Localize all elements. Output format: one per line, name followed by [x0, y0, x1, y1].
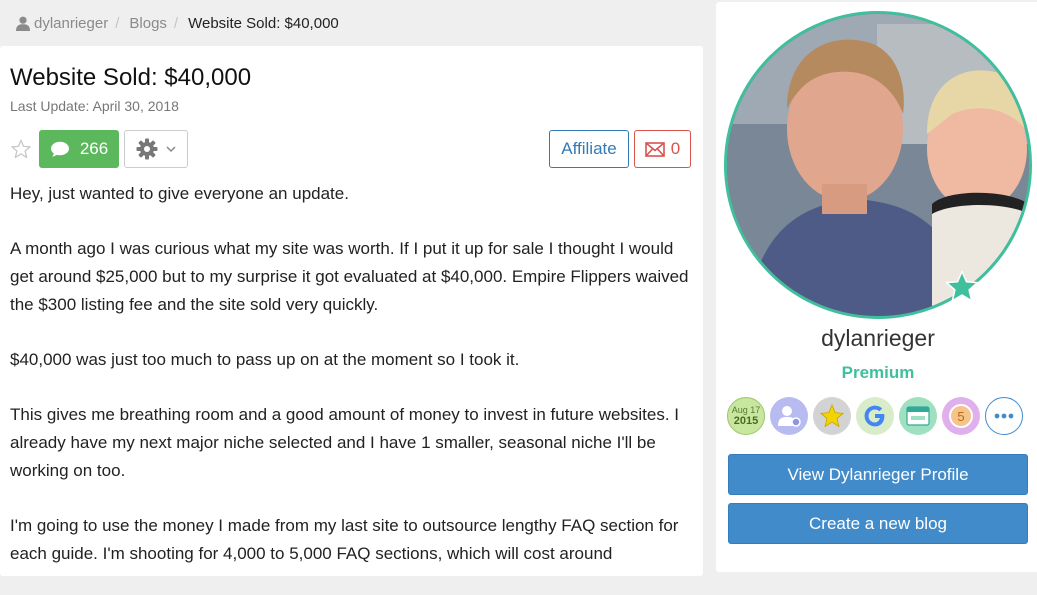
post-paragraph: I'm going to use the money I made from m…	[10, 516, 679, 563]
user-settings-badge[interactable]	[770, 397, 808, 435]
gear-icon	[136, 138, 158, 160]
star-icon[interactable]	[10, 138, 32, 160]
post-toolbar: 266 Affiliate 0	[10, 130, 692, 168]
breadcrumb-user-link[interactable]: dylanrieger	[34, 15, 108, 32]
settings-dropdown[interactable]	[124, 130, 188, 168]
breadcrumb: dylanrieger / Blogs / Website Sold: $40,…	[0, 0, 704, 46]
breadcrumb-blogs-link[interactable]: Blogs	[129, 15, 167, 32]
membership-tier: Premium	[841, 363, 915, 382]
comment-icon	[50, 141, 69, 157]
post-card: Website Sold: $40,000 Last Update: April…	[0, 46, 703, 576]
breadcrumb-separator: /	[173, 14, 179, 32]
affiliate-button[interactable]: Affiliate	[549, 130, 629, 168]
breadcrumb-current: Website Sold: $40,000	[188, 14, 339, 32]
chevron-down-icon	[166, 145, 176, 152]
website-badge[interactable]	[899, 397, 937, 435]
google-icon	[864, 405, 885, 427]
avatar[interactable]	[724, 11, 1032, 319]
avatar-photo	[727, 14, 1029, 316]
message-count: 0	[670, 139, 681, 158]
last-update: Last Update: April 30, 2018	[10, 98, 179, 114]
comments-button[interactable]: 266	[39, 130, 119, 168]
level-number: 5	[949, 404, 973, 428]
envelope-icon	[644, 141, 665, 157]
post-title: Website Sold: $40,000	[10, 64, 252, 91]
profile-username[interactable]: dylanrieger	[716, 325, 1037, 352]
private-message-button[interactable]: 0	[634, 130, 691, 168]
create-blog-button[interactable]: Create a new blog	[728, 503, 1028, 544]
user-gear-icon	[778, 406, 801, 427]
badge-row: Aug 17 2015 5	[727, 397, 1027, 437]
premium-star-icon	[945, 270, 979, 302]
star-icon	[819, 404, 845, 428]
profile-sidebar: dylanrieger Premium Aug 17 2015 5 View D…	[716, 2, 1037, 572]
post-paragraph: This gives me breathing room and a good …	[10, 405, 680, 480]
post-paragraph: A month ago I was curious what my site w…	[10, 239, 689, 314]
post-paragraph: Hey, just wanted to give everyone an upd…	[10, 184, 349, 203]
google-badge[interactable]	[856, 397, 894, 435]
post-paragraph: $40,000 was just too much to pass up on …	[10, 350, 520, 369]
user-icon	[16, 16, 30, 31]
more-badges-button[interactable]	[985, 397, 1023, 435]
join-date-badge[interactable]: Aug 17 2015	[727, 397, 765, 435]
breadcrumb-separator: /	[115, 14, 120, 32]
more-dots-icon	[994, 413, 1014, 419]
post-body: Hey, just wanted to give everyone an upd…	[10, 180, 695, 595]
view-profile-button[interactable]: View Dylanrieger Profile	[728, 454, 1028, 495]
browser-window-icon	[906, 406, 930, 426]
join-year: 2015	[733, 415, 759, 427]
level-badge[interactable]: 5	[942, 397, 980, 435]
comment-count: 266	[79, 139, 109, 158]
star-badge[interactable]	[813, 397, 851, 435]
